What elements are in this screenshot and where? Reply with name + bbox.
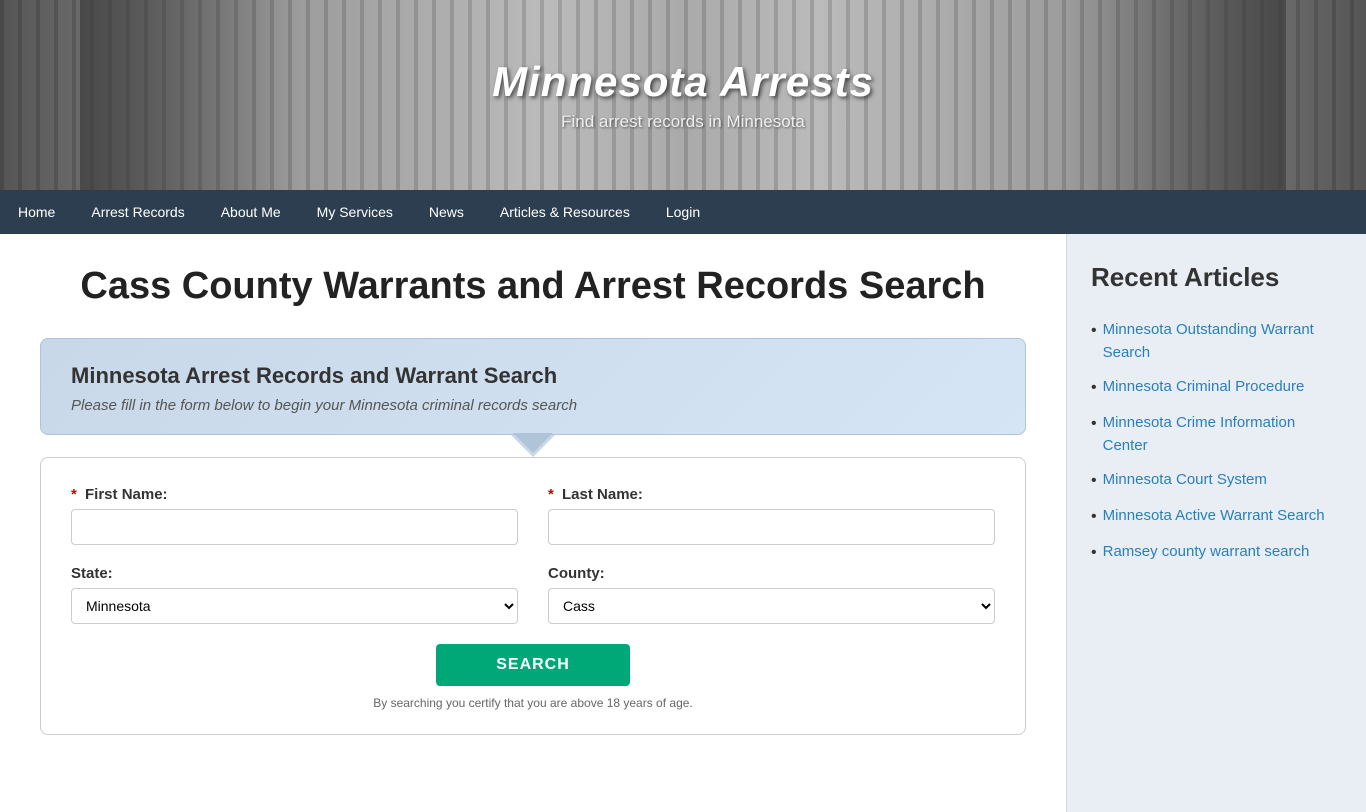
site-title-wrap: Minnesota Arrests Find arrest records in…	[492, 58, 874, 132]
list-item: Minnesota Active Warrant Search	[1091, 499, 1342, 535]
state-select[interactable]: Minnesota Wisconsin Iowa North Dakota So…	[71, 588, 518, 624]
first-name-required-star: *	[71, 486, 77, 503]
site-subtitle: Find arrest records in Minnesota	[492, 112, 874, 132]
county-select[interactable]: Cass Hennepin Ramsey Dakota Anoka Washin…	[548, 588, 995, 624]
site-header: Minnesota Arrests Find arrest records in…	[0, 0, 1366, 190]
search-box-title: Minnesota Arrest Records and Warrant Sea…	[71, 363, 995, 389]
article-link-2[interactable]: Minnesota Criminal Procedure	[1103, 376, 1305, 399]
header-overlay-left	[80, 0, 300, 190]
list-item: Minnesota Outstanding Warrant Search	[1091, 313, 1342, 370]
state-group: State: Minnesota Wisconsin Iowa North Da…	[71, 565, 518, 624]
search-button[interactable]: SEARCH	[436, 644, 630, 686]
location-row: State: Minnesota Wisconsin Iowa North Da…	[71, 565, 995, 624]
sidebar: Recent Articles Minnesota Outstanding Wa…	[1066, 234, 1366, 812]
header-overlay-right	[1066, 0, 1286, 190]
article-link-4[interactable]: Minnesota Court System	[1103, 469, 1267, 492]
last-name-group: * Last Name:	[548, 486, 995, 545]
first-name-group: * First Name:	[71, 486, 518, 545]
state-label: State:	[71, 565, 518, 582]
article-link-3[interactable]: Minnesota Crime Information Center	[1103, 412, 1342, 457]
nav-articles[interactable]: Articles & Resources	[482, 190, 648, 234]
search-box-header: Minnesota Arrest Records and Warrant Sea…	[40, 338, 1026, 435]
arrow-down-indicator	[511, 435, 555, 457]
last-name-label: * Last Name:	[548, 486, 995, 503]
main-nav: Home Arrest Records About Me My Services…	[0, 190, 1366, 234]
nav-login[interactable]: Login	[648, 190, 718, 234]
page-title: Cass County Warrants and Arrest Records …	[40, 264, 1026, 310]
first-name-label: * First Name:	[71, 486, 518, 503]
last-name-input[interactable]	[548, 509, 995, 545]
last-name-label-text: Last Name:	[562, 486, 643, 503]
county-label: County:	[548, 565, 995, 582]
sidebar-title: Recent Articles	[1091, 262, 1342, 293]
list-item: Minnesota Criminal Procedure	[1091, 370, 1342, 406]
main-wrap: Cass County Warrants and Arrest Records …	[0, 234, 1366, 812]
article-link-6[interactable]: Ramsey county warrant search	[1103, 541, 1310, 564]
nav-news[interactable]: News	[411, 190, 482, 234]
name-row: * First Name: * Last Name:	[71, 486, 995, 545]
article-link-1[interactable]: Minnesota Outstanding Warrant Search	[1103, 319, 1342, 364]
search-form-area: * First Name: * Last Name: State:	[40, 457, 1026, 735]
list-item: Minnesota Crime Information Center	[1091, 406, 1342, 463]
list-item: Minnesota Court System	[1091, 463, 1342, 499]
recent-articles-list: Minnesota Outstanding Warrant Search Min…	[1091, 313, 1342, 571]
nav-about-me[interactable]: About Me	[203, 190, 299, 234]
search-button-wrap: SEARCH	[71, 644, 995, 686]
first-name-input[interactable]	[71, 509, 518, 545]
content-area: Cass County Warrants and Arrest Records …	[0, 234, 1066, 812]
nav-arrest-records[interactable]: Arrest Records	[73, 190, 202, 234]
list-item: Ramsey county warrant search	[1091, 535, 1342, 571]
site-title: Minnesota Arrests	[492, 58, 874, 106]
last-name-required-star: *	[548, 486, 554, 503]
search-box-subtitle: Please fill in the form below to begin y…	[71, 397, 995, 414]
article-link-5[interactable]: Minnesota Active Warrant Search	[1103, 505, 1325, 528]
first-name-label-text: First Name:	[85, 486, 168, 503]
nav-my-services[interactable]: My Services	[299, 190, 411, 234]
form-note: By searching you certify that you are ab…	[71, 696, 995, 710]
nav-home[interactable]: Home	[0, 190, 73, 234]
county-group: County: Cass Hennepin Ramsey Dakota Anok…	[548, 565, 995, 624]
